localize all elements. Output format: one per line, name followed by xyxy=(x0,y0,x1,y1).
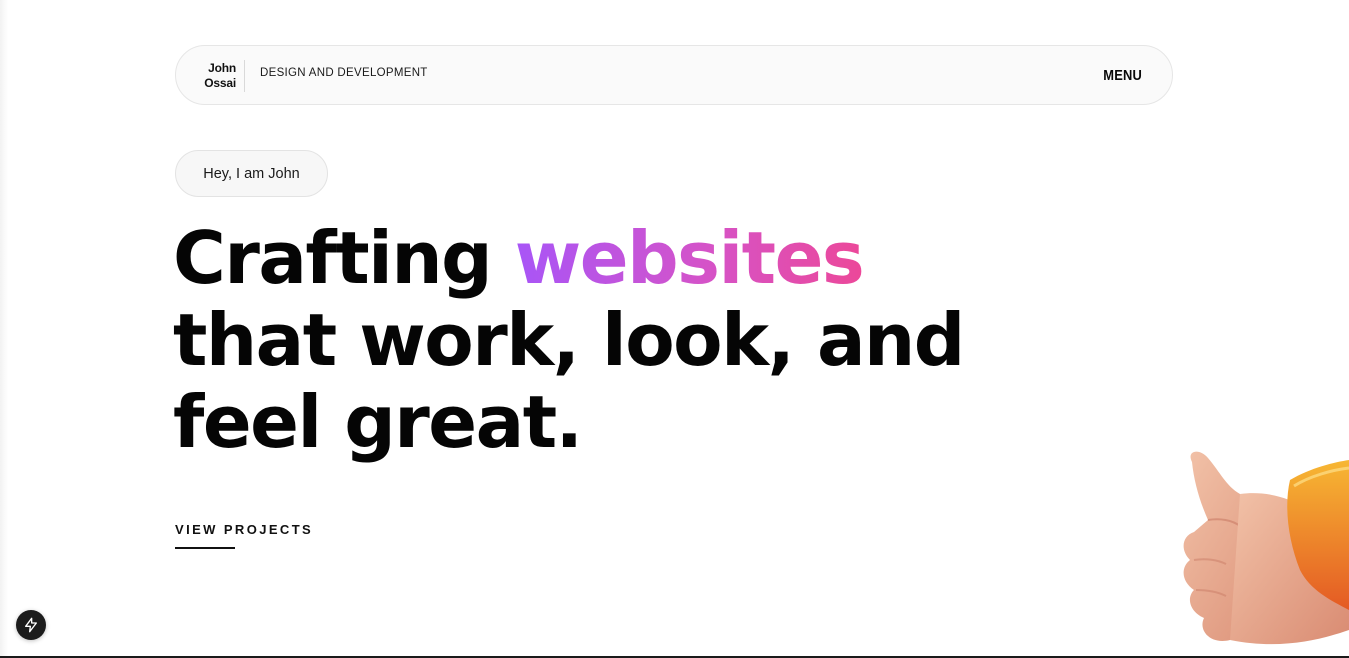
brand-divider xyxy=(244,60,245,92)
tagline: DESIGN AND DEVELOPMENT xyxy=(260,67,428,79)
lightning-bolt-icon xyxy=(25,617,37,633)
view-projects-underline xyxy=(175,547,235,549)
headline-highlight: websites xyxy=(514,216,865,300)
brand-last-name: Ossai xyxy=(204,76,236,90)
hero-headline: Crafting websites that work, look, and f… xyxy=(173,217,965,464)
headline-line-2: that work, look, and xyxy=(173,298,965,382)
left-edge-shade xyxy=(0,0,8,658)
thumbs-up-hand-icon xyxy=(1183,451,1349,645)
brand-first-name: John xyxy=(208,61,236,75)
headline-line-1: Crafting websites xyxy=(173,217,964,299)
headline-line-3: feel great. xyxy=(173,380,583,464)
lightning-bolt-badge[interactable] xyxy=(16,610,46,640)
greeting-pill: Hey, I am John xyxy=(175,150,328,197)
headline-word-crafting: Crafting xyxy=(173,216,493,300)
menu-button[interactable]: MENU xyxy=(1103,67,1142,84)
brand-logo[interactable]: John Ossai xyxy=(204,61,236,91)
site-header: John Ossai DESIGN AND DEVELOPMENT MENU xyxy=(175,45,1173,105)
view-projects-link[interactable]: VIEW PROJECTS xyxy=(175,522,313,537)
